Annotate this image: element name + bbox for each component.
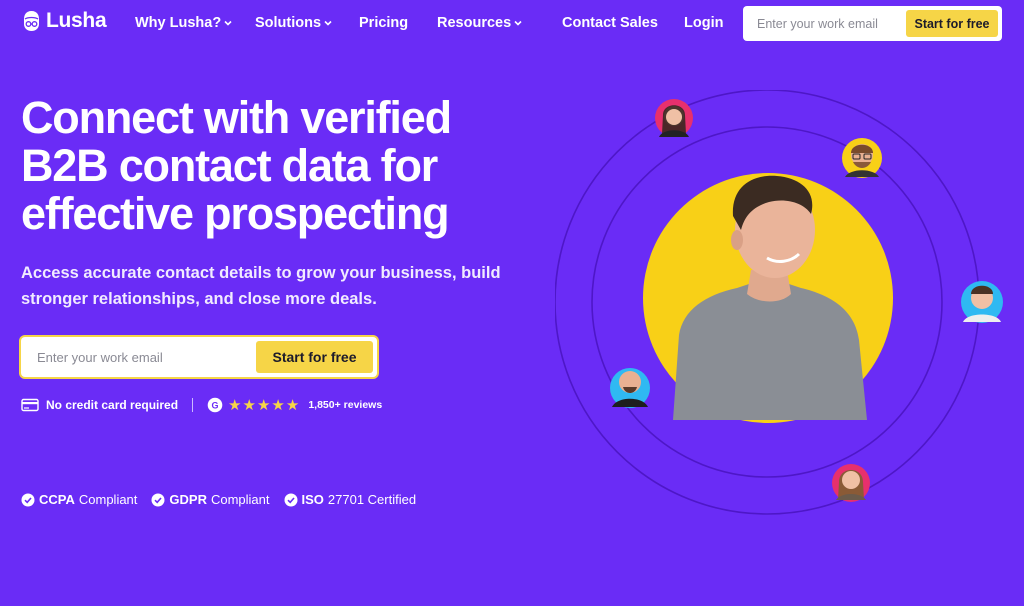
- divider: [192, 398, 194, 412]
- lusha-logo[interactable]: Lusha: [22, 9, 107, 33]
- hero-email-input[interactable]: Enter your work email: [37, 350, 256, 365]
- hero-start-free-button[interactable]: Start for free: [256, 341, 373, 373]
- credit-card-icon: [21, 398, 39, 412]
- headline-line-1: Connect with verified: [21, 92, 452, 143]
- compliance-badges: CCPA Compliant GDPR Compliant ISO 27701 …: [21, 492, 416, 507]
- avatar-man-right: [961, 281, 1003, 323]
- hero-headline: Connect with verified B2B contact data f…: [21, 94, 541, 238]
- gdpr-text: Compliant: [210, 492, 270, 507]
- chevron-down-icon: [224, 20, 232, 26]
- nav-email-input[interactable]: Enter your work email: [757, 17, 906, 31]
- star-icon: ★: [256, 396, 271, 414]
- avatar-woman-bottom: [832, 464, 870, 502]
- hero-signup-form: Enter your work email Start for free: [21, 337, 377, 377]
- nav-resources[interactable]: Resources: [437, 15, 522, 31]
- g2-logo-icon: G: [207, 397, 223, 413]
- no-credit-card-text: No credit card required: [46, 398, 179, 412]
- iso-text: 27701 Certified: [327, 492, 417, 507]
- login-link[interactable]: Login: [684, 15, 723, 31]
- nav-pricing[interactable]: Pricing: [359, 15, 408, 31]
- nav-solutions-label: Solutions: [255, 15, 322, 31]
- ccpa-badge: CCPA Compliant: [21, 492, 137, 507]
- iso-badge: ISO 27701 Certified: [284, 492, 417, 507]
- contact-sales-link[interactable]: Contact Sales: [562, 15, 658, 31]
- check-circle-icon: [284, 493, 297, 506]
- headline-line-3: effective prospecting: [21, 188, 450, 239]
- rating-stars: ★ ★ ★ ★ ★: [228, 398, 299, 413]
- avatar-man-glasses: [842, 138, 882, 178]
- star-icon: ★: [228, 396, 242, 414]
- nav-start-free-button[interactable]: Start for free: [906, 10, 998, 37]
- nav-pricing-label: Pricing: [359, 15, 409, 31]
- ccpa-text: Compliant: [78, 492, 138, 507]
- svg-text:G: G: [212, 400, 219, 410]
- top-nav: Lusha Why Lusha? Solutions Pricing Resou…: [0, 0, 1024, 46]
- nav-signup-form: Enter your work email Start for free: [743, 6, 1002, 41]
- avatar-man-bald: [610, 368, 650, 408]
- star-icon: ★: [285, 396, 300, 414]
- star-icon: ★: [242, 396, 256, 414]
- hero-illustration: [555, 90, 1003, 515]
- ccpa-label: CCPA: [39, 492, 75, 507]
- check-circle-icon: [151, 493, 165, 506]
- nav-solutions[interactable]: Solutions: [255, 15, 332, 31]
- hero-subhead: Access accurate contact details to grow …: [21, 264, 501, 308]
- nav-why-lusha[interactable]: Why Lusha?: [135, 15, 232, 31]
- gdpr-badge: GDPR Compliant: [151, 492, 270, 507]
- star-icon: ★: [271, 396, 285, 414]
- reviews-count[interactable]: 1,850+ reviews: [308, 399, 382, 411]
- chevron-down-icon: [324, 20, 332, 26]
- gdpr-label: GDPR: [169, 492, 207, 507]
- lusha-logo-icon: [24, 11, 39, 31]
- trust-row: No credit card required G ★ ★ ★ ★ ★ 1,85…: [21, 396, 382, 414]
- iso-label: ISO: [301, 492, 324, 507]
- check-circle-icon: [21, 493, 35, 506]
- avatar-woman-top: [655, 99, 693, 137]
- nav-why-lusha-label: Why Lusha?: [135, 15, 222, 31]
- headline-line-2: B2B contact data for: [21, 140, 438, 191]
- chevron-down-icon: [514, 20, 522, 26]
- logo-wordmark: Lusha: [46, 9, 107, 32]
- nav-resources-label: Resources: [437, 15, 512, 31]
